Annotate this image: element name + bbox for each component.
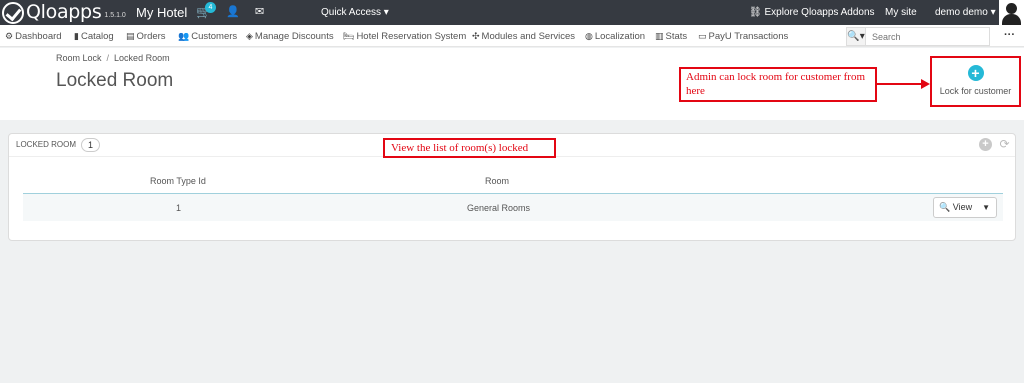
breadcrumb-item-room-lock[interactable]: Room Lock: [56, 53, 102, 63]
column-header-room[interactable]: Room: [485, 176, 509, 186]
shop-name-link[interactable]: My Hotel: [136, 0, 187, 25]
nav-item-modules[interactable]: ✣ Modules and Services: [472, 25, 575, 47]
logo[interactable]: Qloapps 1.5.1.0: [2, 0, 126, 25]
breadcrumb: Room Lock / Locked Room: [56, 53, 170, 63]
breadcrumb-item-current: Locked Room: [114, 53, 170, 63]
panel-count-badge: 1: [81, 138, 100, 152]
caret-down-icon[interactable]: ▼: [982, 198, 990, 217]
globe-icon: ◍: [585, 31, 593, 41]
users-icon: 👥: [178, 31, 190, 41]
nav-item-stats[interactable]: ▥ Stats: [655, 25, 687, 47]
lock-for-customer-label: Lock for customer: [939, 86, 1012, 96]
locked-room-panel: Locked Room 1 View the list of room(s) l…: [8, 133, 1016, 241]
avatar[interactable]: [999, 0, 1024, 25]
search-box: 🔍▾: [846, 27, 990, 46]
tag-icon: ◈: [246, 31, 253, 41]
nav-item-dashboard[interactable]: ⚙ Dashboard: [5, 25, 62, 47]
refresh-icon[interactable]: ⟳: [998, 138, 1011, 151]
user-icon[interactable]: 👤: [226, 0, 240, 25]
panel-title: Locked Room: [16, 140, 77, 149]
nav-item-hotel-reservation[interactable]: 🛏 Hotel Reservation System: [343, 25, 466, 47]
annotation-room-list: View the list of room(s) locked: [383, 138, 556, 158]
column-header-room-type-id[interactable]: Room Type Id: [150, 176, 206, 186]
explore-addons-label: Explore Qloapps Addons: [764, 7, 875, 18]
qloapps-logo-icon: [2, 2, 24, 24]
cart-count-badge: 4: [205, 2, 216, 13]
table-row[interactable]: 1 General Rooms 🔍 View ▼: [23, 194, 1003, 221]
more-menu-icon[interactable]: ···: [1004, 25, 1015, 45]
quick-access-dropdown[interactable]: Quick Access ▾: [321, 0, 389, 25]
locked-room-table: Room Type Id Room 1 General Rooms 🔍 View…: [23, 170, 1003, 221]
magnifier-icon: 🔍: [939, 202, 951, 212]
cell-room: General Rooms: [467, 203, 531, 213]
search-input[interactable]: [866, 28, 989, 45]
annotation-arrow: [877, 83, 923, 85]
view-button-label: View: [952, 202, 973, 212]
add-new-icon[interactable]: +: [979, 138, 992, 151]
nav-item-orders[interactable]: ▤ Orders: [126, 25, 166, 47]
lock-for-customer-button[interactable]: + Lock for customer: [930, 56, 1021, 107]
page-title: Locked Room: [56, 70, 174, 91]
nav-item-localization[interactable]: ◍ Localization: [585, 25, 645, 47]
book-icon: ▮: [74, 31, 79, 41]
puzzle-icon: ✣: [472, 31, 480, 41]
panel-heading: Locked Room 1 View the list of room(s) l…: [9, 134, 1015, 158]
mail-icon[interactable]: ✉: [255, 0, 264, 25]
top-bar: Qloapps 1.5.1.0 My Hotel 🛒 4 👤 ✉ Quick A…: [0, 0, 1024, 25]
dashboard-icon: ⚙: [5, 31, 14, 41]
explore-addons-link[interactable]: ⛓ Explore Qloapps Addons: [749, 0, 875, 25]
nav-item-payu[interactable]: ▭ PayU Transactions: [698, 25, 788, 47]
user-menu-dropdown[interactable]: demo demo ▾: [935, 0, 996, 25]
link-icon: ⛓: [749, 7, 765, 18]
orders-icon: ▤: [126, 31, 135, 41]
nav-item-manage-discounts[interactable]: ◈ Manage Discounts: [246, 25, 334, 47]
table-header: Room Type Id Room: [23, 170, 1003, 194]
money-icon: ▭: [698, 31, 707, 41]
bar-chart-icon: ▥: [655, 31, 664, 41]
nav-item-catalog[interactable]: ▮ Catalog: [74, 25, 114, 47]
my-site-link[interactable]: My site: [885, 0, 917, 25]
page-header: Room Lock / Locked Room Locked Room Admin …: [0, 48, 1024, 120]
logo-text: Qloapps: [26, 1, 102, 23]
view-button[interactable]: 🔍 View ▼: [933, 197, 997, 218]
annotation-arrow-head: [921, 79, 930, 89]
search-type-button[interactable]: 🔍▾: [847, 28, 866, 45]
nav-item-customers[interactable]: 👥 Customers: [178, 25, 237, 47]
main-nav: ⚙ Dashboard ▮ Catalog ▤ Orders 👥 Customers ◈…: [0, 25, 1024, 47]
search-icon: 🔍▾: [847, 31, 865, 42]
annotation-lock-room: Admin can lock room for customer from he…: [679, 67, 877, 102]
bed-icon: 🛏: [343, 31, 355, 41]
plus-circle-icon: +: [967, 65, 984, 81]
cell-room-type-id: 1: [176, 203, 182, 213]
